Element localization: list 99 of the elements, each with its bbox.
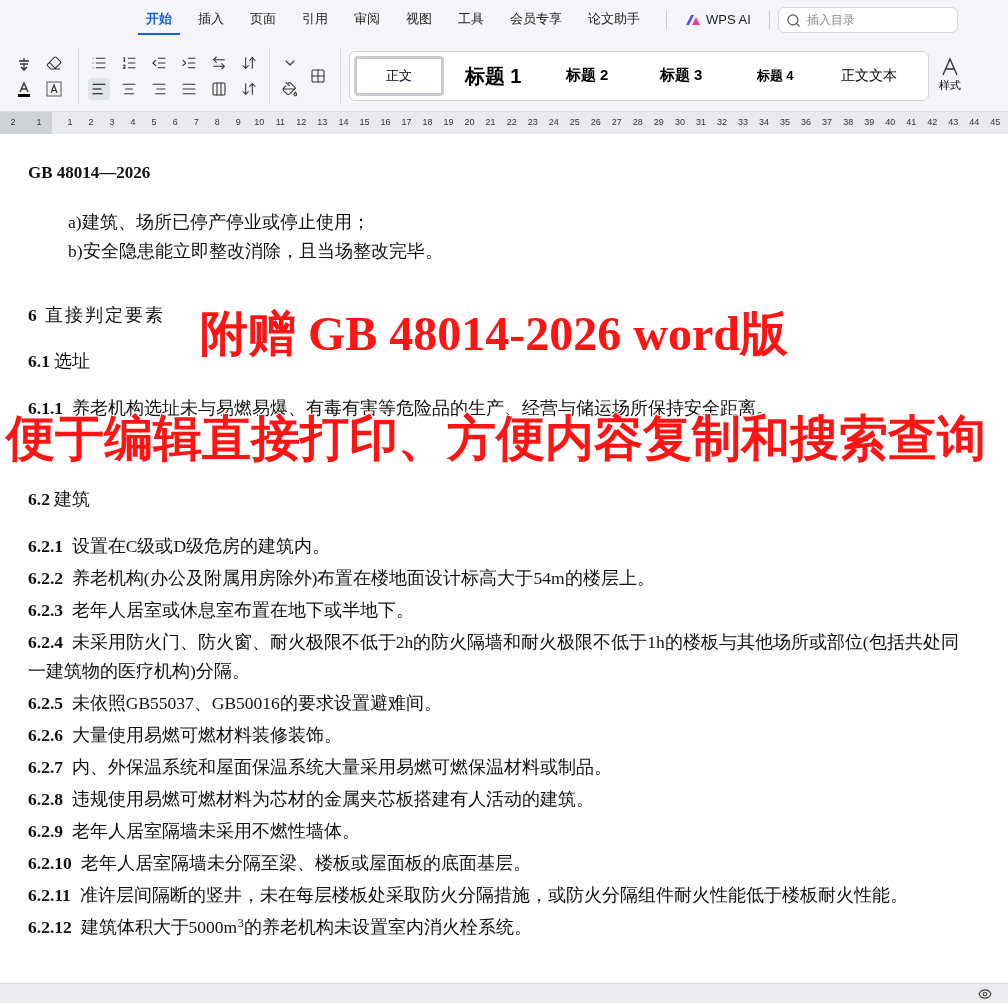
style-preset[interactable]: 标题 4: [730, 55, 820, 96]
ruler-number: 38: [842, 116, 855, 130]
ruler-number: 2: [10, 116, 16, 130]
style-preset[interactable]: 正文文本: [824, 55, 914, 96]
ruler-number: 13: [316, 116, 329, 130]
ruler-number: 30: [673, 116, 686, 130]
styles-icon[interactable]: [941, 57, 959, 78]
subsection-heading: 6.2 建筑: [28, 488, 92, 511]
ai-button[interactable]: WPS AI: [675, 5, 761, 35]
clause-text: 6.2.3 老年人居室或休息室布置在地下或半地下。: [28, 599, 415, 623]
clause-text: 6.2.9 老年人居室隔墙未采用不燃性墙体。: [28, 820, 361, 844]
direction-icon[interactable]: [211, 54, 227, 71]
ai-logo-icon: [685, 14, 701, 26]
clause-text: 6.2.12 建筑体积大于5000m$^{3}$的养老机构未设置室内消火栓系统。: [28, 913, 533, 940]
ruler-number: 31: [694, 116, 707, 130]
ruler-number: 16: [379, 116, 392, 130]
ruler-number: 32: [715, 116, 728, 130]
ruler-number: 40: [884, 116, 897, 130]
style-preset[interactable]: 正文: [354, 55, 444, 96]
ruler-number: 44: [968, 116, 981, 130]
ruler-number: 22: [505, 116, 518, 130]
ruler-number: 39: [863, 116, 876, 130]
borders-icon[interactable]: [310, 67, 326, 84]
ruler-number: 36: [800, 116, 813, 130]
ruler-number: 17: [400, 116, 413, 130]
ruler-number: 1: [36, 116, 42, 130]
page-header: GB 48014—2026: [28, 162, 152, 184]
ruler-number: 34: [758, 116, 771, 130]
ruler-number: 23: [526, 116, 539, 130]
ribbon-tab[interactable]: 开始: [138, 5, 180, 35]
ruler-number: 20: [463, 116, 476, 130]
sort-icon[interactable]: [241, 54, 257, 71]
ruler-number: 2: [87, 116, 95, 130]
ruler-number: 4: [129, 116, 137, 130]
ruler-number: 7: [192, 116, 200, 130]
ruler-number: 27: [610, 116, 623, 130]
ruler-number: 42: [926, 116, 939, 130]
line-spacing-icon[interactable]: [241, 80, 257, 97]
search-icon: [785, 13, 801, 28]
ruler-number: 3: [108, 116, 116, 130]
align-left-button[interactable]: [88, 77, 110, 100]
clause-text: 6.2.8 违规使用易燃可燃材料为芯材的金属夹芯板搭建有人活动的建筑。: [28, 788, 595, 812]
ruler-number: 43: [947, 116, 960, 130]
ruler-number: 28: [631, 116, 644, 130]
style-preset[interactable]: 标题 3: [636, 55, 726, 96]
char-border-icon[interactable]: [46, 80, 62, 97]
ribbon-tab[interactable]: 会员专享: [502, 5, 570, 35]
subsection-heading: 6.1 选址: [28, 349, 92, 373]
ruler-number: 19: [442, 116, 455, 130]
ruler-number: 41: [905, 116, 918, 130]
font-color-icon[interactable]: [16, 80, 32, 97]
ruler-number: 21: [484, 116, 497, 130]
ruler-number: 15: [358, 116, 371, 130]
ruler-number: 14: [337, 116, 350, 130]
clause-text: 6.2.11 准许层间隔断的竖井，未在每层楼板处采取防火分隔措施，或防火分隔组件耐火性能低于楼板耐火性能。: [28, 884, 909, 908]
clause-text: 6.2.2 养老机构(办公及附属用房除外)布置在楼地面设计标高大于54m的楼层上。: [28, 567, 656, 591]
ruler-number: 6: [171, 116, 179, 130]
ruler-number: 18: [421, 116, 434, 130]
style-preset[interactable]: 标题 1: [448, 55, 538, 96]
promo-overlay-title: 附赠 GB 48014-2026 word版: [200, 310, 788, 358]
ruler-number: 25: [568, 116, 581, 130]
ruler-number: 5: [150, 116, 158, 130]
ruler-number: 10: [253, 116, 266, 130]
shading-icon[interactable]: [282, 80, 298, 97]
clause-text: 6.2.4 未采用防火门、防火窗、耐火极限不低于2h的防火隔墙和耐火极限不低于1h的楼板与其他场所或部位(包括共处同一建筑物的医疗机构)分隔。: [28, 631, 960, 684]
ruler-number: 9: [234, 116, 242, 130]
style-preset[interactable]: 标题 2: [542, 55, 632, 96]
section-heading: 6 直接判定要素: [28, 303, 167, 327]
distribute-icon[interactable]: [211, 80, 227, 97]
ruler-number: 45: [989, 116, 1002, 130]
ribbon-tab[interactable]: 插入: [190, 5, 232, 35]
eraser-icon[interactable]: [46, 54, 62, 71]
search-field[interactable]: 插入目录: [777, 7, 958, 33]
eye-icon[interactable]: [978, 986, 992, 1001]
clause-text: 6.2.7 内、外保温系统和屋面保温系统大量采用易燃可燃保温材料或制品。: [28, 756, 613, 780]
ruler-number: 24: [547, 116, 560, 130]
ruler-number: 33: [737, 116, 749, 130]
ruler-number: 12: [295, 116, 308, 130]
ribbon-tab[interactable]: 页面: [242, 5, 284, 35]
clause-text: 6.2.1 设置在C级或D级危房的建筑内。: [28, 535, 332, 559]
list-item-text: b)安全隐患能立即整改消除，且当场整改完毕。: [67, 239, 444, 263]
clause-text: 6.2.6 大量使用易燃可燃材料装修装饰。: [28, 724, 343, 748]
numbered-list-icon[interactable]: [121, 54, 137, 71]
clause-text: 6.2.5 未依照GB55037、GB50016的要求设置避难间。: [28, 692, 443, 716]
ribbon-tab[interactable]: 引用: [294, 5, 336, 35]
ribbon-tab[interactable]: 视图: [398, 5, 440, 35]
ruler-number: 1: [66, 116, 74, 130]
ruler-number: 37: [821, 116, 834, 130]
styles-label[interactable]: 样式: [939, 77, 961, 94]
clause-text: 6.2.10 老年人居室隔墙未分隔至梁、楼板或屋面板的底面基层。: [28, 852, 532, 876]
ribbon-tab[interactable]: 工具: [450, 5, 492, 35]
ruler-number: 35: [779, 116, 792, 130]
ruler-number: 11: [274, 116, 286, 130]
ruler-number: 26: [589, 116, 602, 130]
ruler-number: 29: [652, 116, 665, 130]
ruler-number: 8: [213, 116, 221, 130]
ribbon-tab[interactable]: 审阅: [346, 5, 388, 35]
list-item-text: a)建筑、场所已停产停业或停止使用；: [67, 210, 371, 234]
ribbon-tab[interactable]: 论文助手: [580, 5, 648, 35]
